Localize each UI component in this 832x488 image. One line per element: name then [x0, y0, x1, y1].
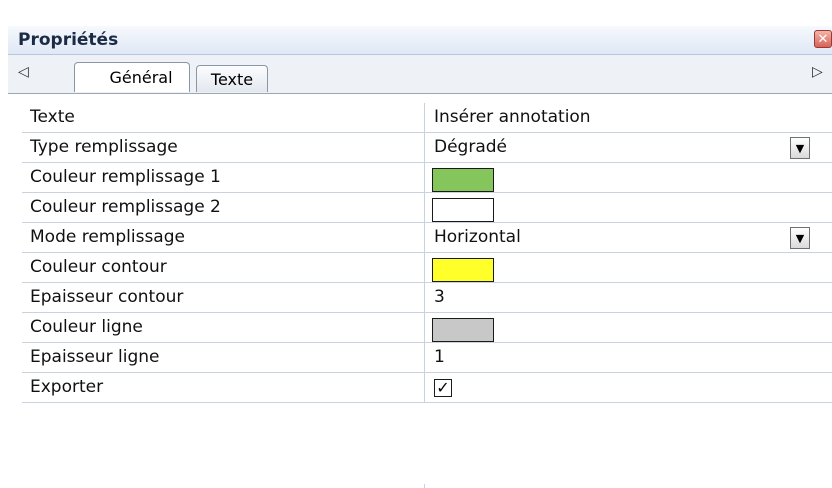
column-divider — [424, 223, 425, 252]
property-name: Couleur ligne — [30, 317, 143, 337]
property-row-couleur-remplissage-1[interactable]: Couleur remplissage 1 — [22, 163, 832, 193]
property-row-mode-remplissage[interactable]: Mode remplissage Horizontal ▼ — [22, 223, 832, 253]
property-grid: Texte Insérer annotation Type remplissag… — [22, 103, 832, 403]
column-divider — [424, 163, 425, 192]
panel-title-bar: Propriétés ✕ — [8, 26, 832, 55]
property-value-type-remplissage[interactable]: Dégradé — [434, 137, 507, 157]
property-name: Type remplissage — [30, 137, 178, 157]
dropdown-arrow-icon[interactable]: ▼ — [790, 137, 810, 159]
property-name: Texte — [30, 107, 75, 127]
color-swatch-line[interactable] — [432, 318, 494, 342]
property-row-type-remplissage[interactable]: Type remplissage Dégradé ▼ — [22, 133, 832, 163]
close-icon[interactable]: ✕ — [814, 30, 832, 48]
property-name: Couleur remplissage 2 — [30, 197, 221, 217]
scroll-right-icon[interactable]: ▷ — [812, 64, 823, 80]
dropdown-arrow-icon[interactable]: ▼ — [790, 227, 810, 249]
checkmark-icon: ✓ — [436, 378, 450, 397]
column-divider — [424, 253, 425, 282]
column-divider — [424, 484, 425, 488]
property-name: Epaisseur contour — [30, 287, 184, 307]
grid-trailing-edge — [22, 484, 832, 488]
tab-strip: ◁ Général Texte ▷ — [8, 55, 832, 94]
property-name: Epaisseur ligne — [30, 347, 160, 367]
property-name: Couleur contour — [30, 257, 167, 277]
column-divider — [424, 343, 425, 372]
tab-general[interactable]: Général — [74, 62, 190, 92]
tab-texte[interactable]: Texte — [196, 65, 268, 92]
property-name: Mode remplissage — [30, 227, 185, 247]
tab-texte-label: Texte — [210, 69, 254, 89]
property-row-exporter[interactable]: Exporter ✓ — [22, 373, 832, 403]
column-divider — [424, 313, 425, 342]
column-divider — [424, 103, 425, 132]
tab-general-label: Général — [109, 68, 173, 87]
properties-panel: Propriétés ✕ ◁ Général Texte ▷ Texte Ins… — [0, 0, 832, 488]
column-divider — [424, 283, 425, 312]
color-swatch-fill-2[interactable] — [432, 198, 494, 222]
property-row-couleur-contour[interactable]: Couleur contour — [22, 253, 832, 283]
column-divider — [424, 193, 425, 222]
property-value-epaisseur-contour[interactable]: 3 — [434, 287, 445, 307]
property-row-couleur-ligne[interactable]: Couleur ligne — [22, 313, 832, 343]
property-value-epaisseur-ligne[interactable]: 1 — [434, 347, 445, 367]
property-row-couleur-remplissage-2[interactable]: Couleur remplissage 2 — [22, 193, 832, 223]
property-name: Exporter — [30, 377, 104, 397]
property-value-mode-remplissage[interactable]: Horizontal — [434, 227, 521, 247]
column-divider — [424, 133, 425, 162]
column-divider — [424, 373, 425, 402]
property-name: Couleur remplissage 1 — [30, 167, 221, 187]
property-value-texte[interactable]: Insérer annotation — [434, 107, 591, 127]
property-row-epaisseur-contour[interactable]: Epaisseur contour 3 — [22, 283, 832, 313]
property-row-epaisseur-ligne[interactable]: Epaisseur ligne 1 — [22, 343, 832, 373]
color-swatch-outline[interactable] — [432, 258, 494, 282]
exporter-checkbox[interactable]: ✓ — [434, 379, 452, 397]
scroll-left-icon[interactable]: ◁ — [18, 64, 29, 80]
panel-title: Propriétés — [18, 30, 119, 50]
property-row-texte[interactable]: Texte Insérer annotation — [22, 103, 832, 133]
color-swatch-fill-1[interactable] — [432, 168, 494, 192]
